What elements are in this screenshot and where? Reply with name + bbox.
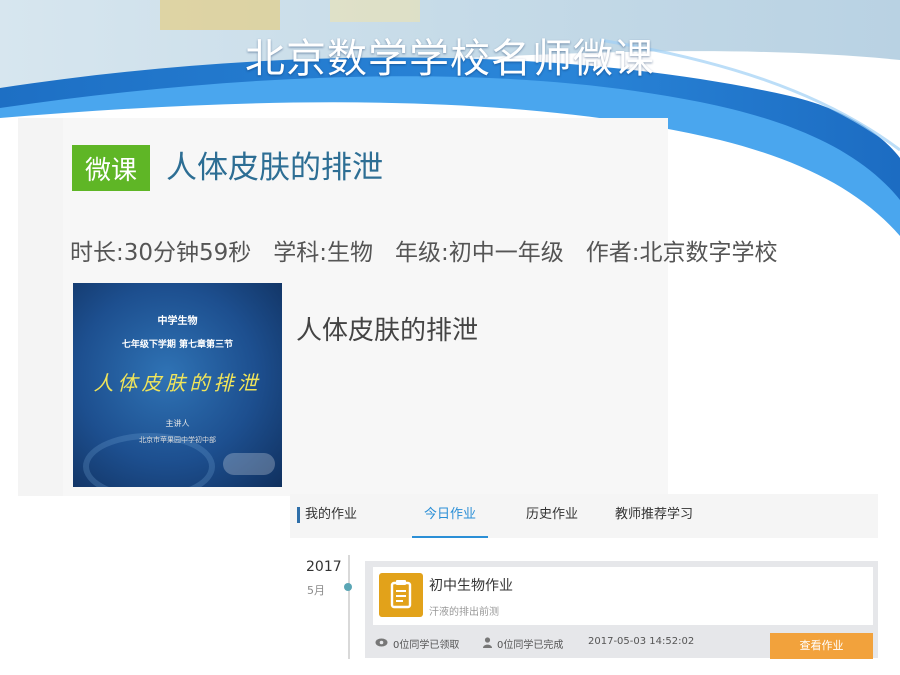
homework-title[interactable]: 初中生物作业: [429, 575, 513, 595]
section-marker: [297, 507, 300, 523]
homework-card: 初中生物作业 汗液的排出前测 0位同学已领取 0位同学已完成 2017-05-0…: [365, 561, 878, 659]
clipboard-icon: [379, 573, 423, 617]
completed-count: 0位同学已完成: [483, 636, 563, 651]
thumbnail-presenter: 主讲人: [165, 419, 190, 428]
timeline-dot: [344, 583, 352, 591]
thumbnail-school: 北京市苹果园中学初中部: [139, 436, 216, 444]
meta-duration: 时长:30分钟59秒: [70, 240, 252, 266]
thumbnail-title: 人体皮肤的排泄: [93, 371, 262, 395]
tab-history-homework[interactable]: 历史作业: [526, 494, 578, 536]
timeline-year: 2017: [306, 559, 342, 575]
homework-subtitle: 汗液的排出前测: [429, 607, 499, 618]
course-panel: 微课 人体皮肤的排泄 时长:30分钟59秒 学科:生物 年级:初中一年级 作者:…: [18, 118, 778, 496]
homework-card-body: 初中生物作业 汗液的排出前测: [373, 567, 873, 625]
thumbnail-subject: 中学生物: [157, 316, 198, 327]
meta-grade: 年级:初中一年级: [395, 240, 564, 266]
thumbnail-caption[interactable]: 人体皮肤的排泄: [296, 310, 478, 347]
timeline-line: [348, 555, 350, 659]
meta-author: 作者:北京数字学校: [585, 240, 778, 266]
homework-card-footer: 0位同学已领取 0位同学已完成 2017-05-03 14:52:02 查看作业: [365, 627, 878, 659]
timeline-month: 5月: [307, 584, 325, 597]
eye-icon: [375, 638, 388, 650]
video-thumbnail[interactable]: 中学生物 七年级下学期 第七章第三节 人体皮肤的排泄 主讲人 北京市苹果园中学初…: [73, 283, 282, 487]
homework-tabs: 我的作业 今日作业 历史作业 教师推荐学习: [290, 494, 878, 538]
micro-lesson-tag: 微课: [72, 145, 150, 191]
person-icon: [483, 636, 492, 651]
meta-subject: 学科:生物: [273, 240, 374, 266]
received-count: 0位同学已领取: [375, 636, 459, 651]
homework-timestamp: 2017-05-03 14:52:02: [588, 636, 695, 647]
course-meta: 时长:30分钟59秒 学科:生物 年级:初中一年级 作者:北京数字学校: [70, 233, 778, 267]
view-homework-button[interactable]: 查看作业: [770, 633, 873, 659]
tab-today-homework[interactable]: 今日作业: [412, 494, 488, 538]
course-title: 人体皮肤的排泄: [166, 150, 383, 186]
tab-teacher-recommended[interactable]: 教师推荐学习: [615, 494, 693, 536]
thumbnail-chapter: 七年级下学期 第七章第三节: [121, 340, 234, 350]
thumbnail-watermark: [223, 453, 275, 475]
tab-my-homework[interactable]: 我的作业: [305, 494, 357, 536]
slide-title: 北京数学学校名师微课: [245, 36, 655, 82]
